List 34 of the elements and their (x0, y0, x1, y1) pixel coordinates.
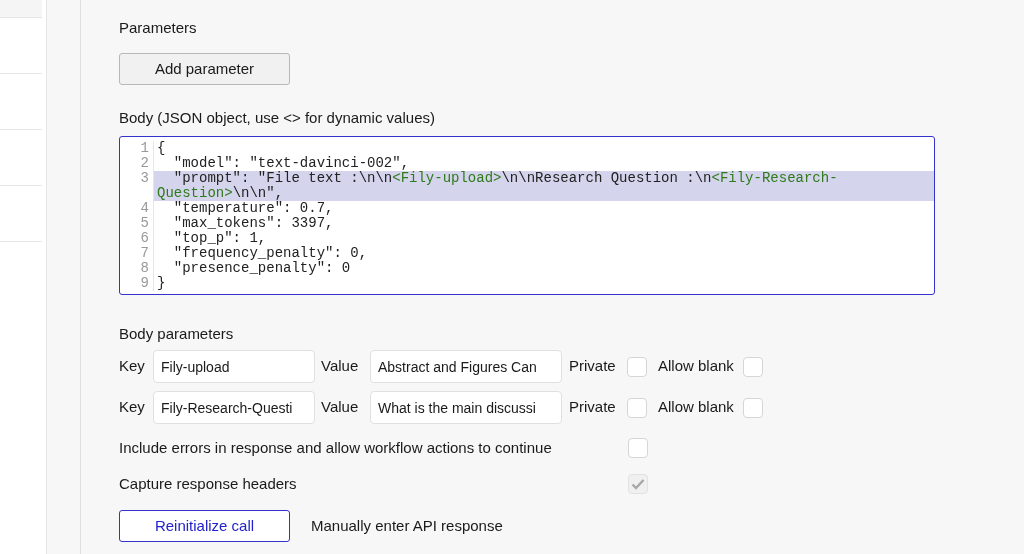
code-line: "max_tokens": 3397, (172, 216, 335, 231)
code-line: { (156, 141, 167, 156)
field-label: Allow blank (658, 397, 735, 418)
value-field[interactable]: Abstract and Figures Can (370, 350, 562, 383)
field-label: Value (321, 356, 360, 377)
reinitialize-button[interactable]: Reinitialize call (119, 510, 290, 542)
code-line: } (156, 276, 167, 291)
add-parameter-button[interactable]: Add parameter (119, 53, 290, 85)
field-label: Private (569, 356, 617, 377)
field-label: Private (569, 397, 617, 418)
code-editor[interactable] (119, 136, 935, 295)
section-heading: Parameters (119, 18, 198, 38)
manual-response-link[interactable]: Manually enter API response (311, 514, 503, 538)
field-label: Value (321, 397, 360, 418)
option-label: Include errors in response and allow workflow actions to continue (119, 437, 552, 458)
key-field[interactable]: Fily-Research-Questi (153, 391, 315, 424)
checkbox[interactable] (627, 397, 647, 418)
field-label: Body (JSON object, use <> for dynamic values) (119, 108, 436, 128)
code-line: "temperature": 0.7, (172, 201, 335, 216)
value-field[interactable]: What is the main discussi (370, 391, 562, 424)
key-field[interactable]: Fily-upload (153, 350, 315, 383)
section-heading: Body parameters (119, 324, 235, 344)
code-line: "presence_penalty": 0 (172, 261, 352, 276)
code-line: "model": "text-davinci-002", (172, 156, 411, 171)
checkbox[interactable] (743, 397, 763, 418)
field-label: Key (119, 356, 146, 377)
checkbox[interactable] (743, 356, 763, 377)
checkbox[interactable] (627, 356, 647, 377)
checkbox[interactable] (628, 438, 648, 458)
code-line: "top_p": 1, (172, 231, 268, 246)
code-line: "frequency_penalty": 0, (172, 246, 369, 261)
option-label: Capture response headers (119, 473, 297, 494)
field-label: Key (119, 397, 146, 418)
field-label: Allow blank (658, 356, 735, 377)
